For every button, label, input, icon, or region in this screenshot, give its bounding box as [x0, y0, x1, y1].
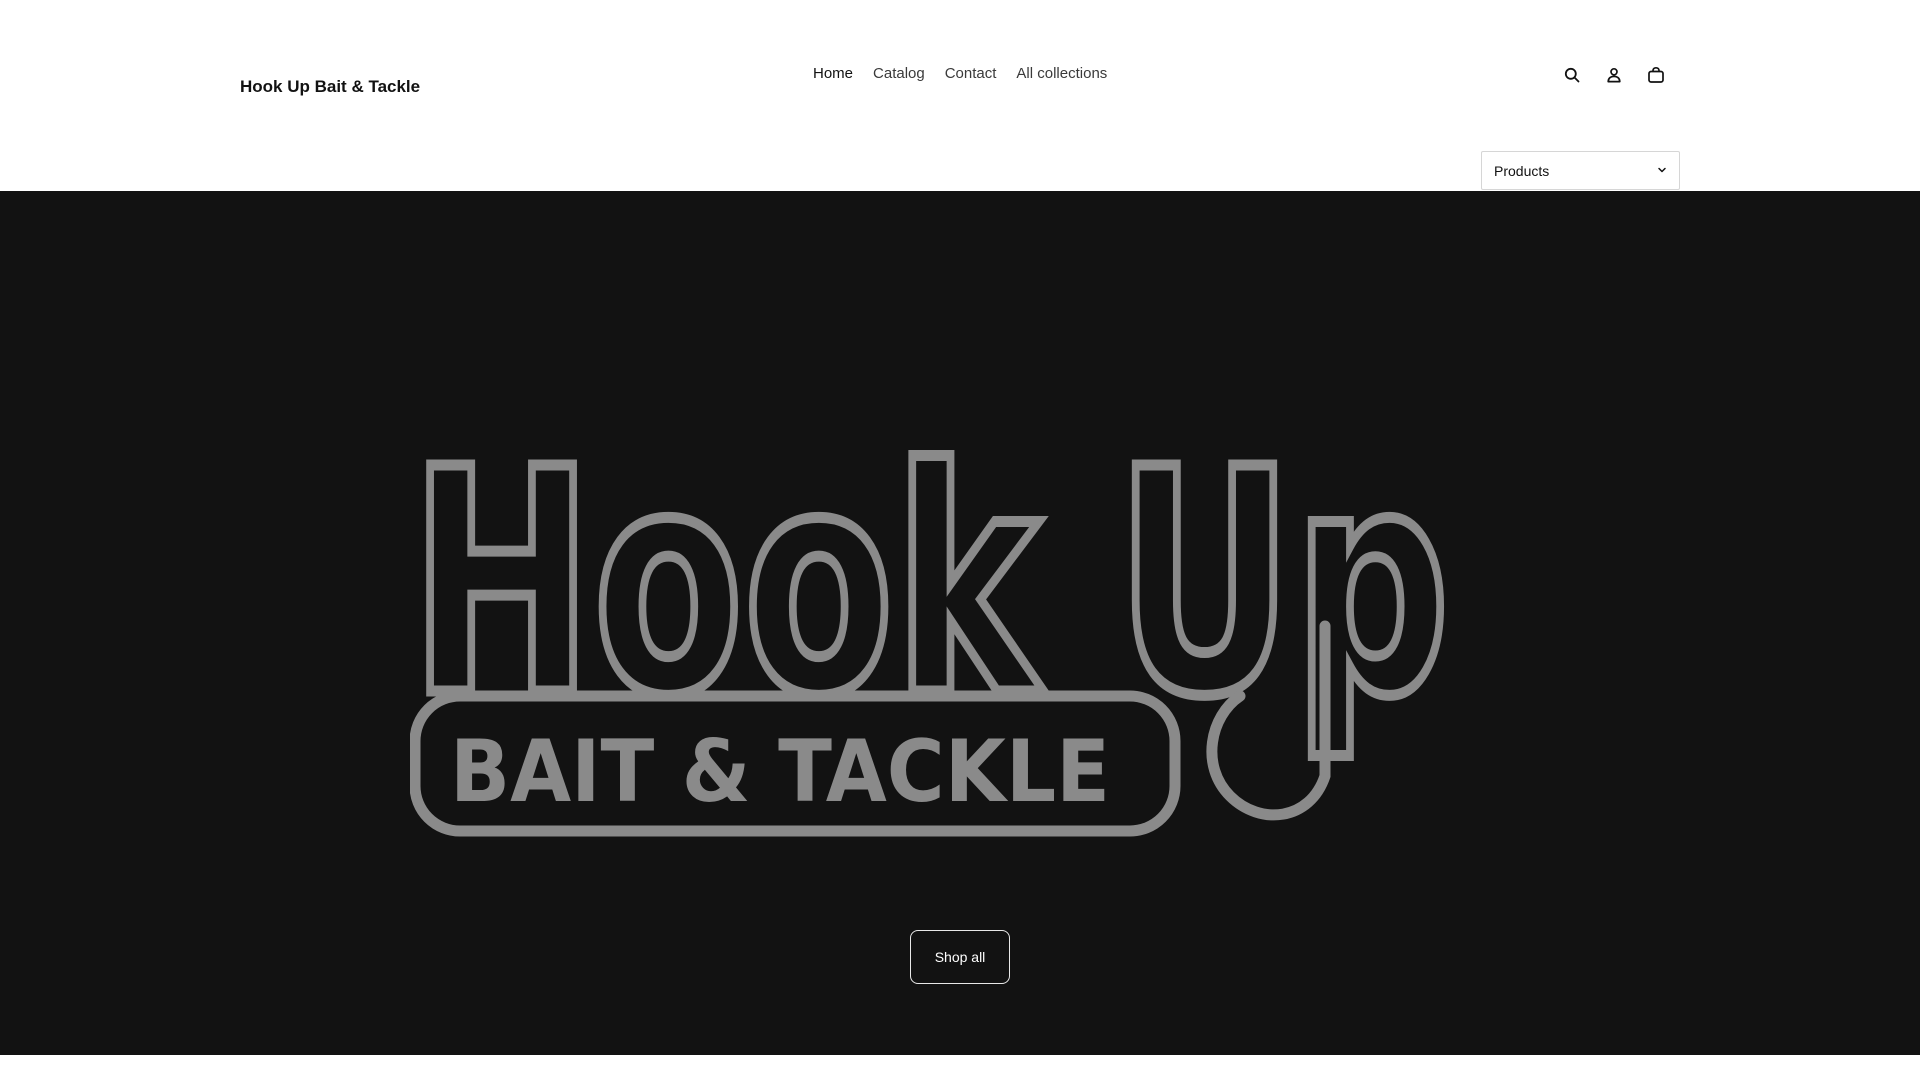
main-nav: Home Catalog Contact All collections: [813, 64, 1117, 84]
search-icon[interactable]: [1556, 61, 1588, 89]
page-bottom: [0, 1055, 1920, 1080]
hero-banner: Hook Up BAIT & TACKLE Shop all: [0, 191, 1920, 1055]
nav-home[interactable]: Home: [813, 64, 863, 84]
account-icon[interactable]: [1598, 61, 1630, 89]
hook-up-logo: Hook Up BAIT & TACKLE: [410, 446, 1456, 837]
nav-contact[interactable]: Contact: [935, 64, 1007, 84]
products-select[interactable]: Products: [1481, 151, 1680, 190]
nav-catalog[interactable]: Catalog: [863, 64, 935, 84]
chevron-down-icon: [1657, 162, 1667, 180]
header-icons: [1556, 61, 1672, 89]
logo-line2: BAIT & TACKLE: [450, 722, 1110, 822]
cart-icon[interactable]: [1640, 61, 1672, 89]
site-header: Hook Up Bait & Tackle Home Catalog Conta…: [0, 0, 1920, 191]
nav-all-collections[interactable]: All collections: [1006, 64, 1117, 84]
logo-line1: Hook Up: [410, 446, 1450, 765]
shop-all-button[interactable]: Shop all: [910, 930, 1010, 984]
select-value: Products: [1494, 162, 1550, 179]
brand-name[interactable]: Hook Up Bait & Tackle: [240, 77, 420, 97]
